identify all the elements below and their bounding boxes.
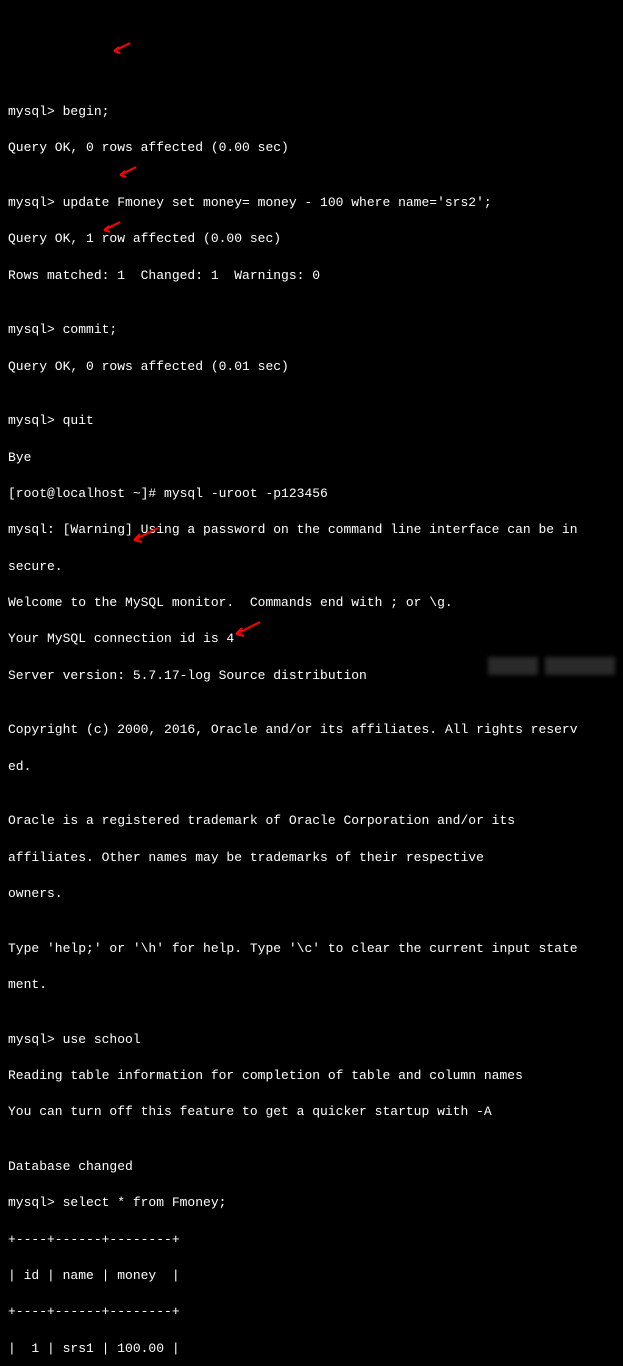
- line-connection-id: Your MySQL connection id is 4: [8, 630, 615, 648]
- line-shell-prompt: [root@localhost ~]# mysql -uroot -p12345…: [8, 485, 615, 503]
- line-begin: mysql> begin;: [8, 103, 615, 121]
- line-output: Query OK, 1 row affected (0.00 sec): [8, 230, 615, 248]
- annotation-arrow-begin: [110, 5, 132, 76]
- blur-patch: [545, 657, 615, 675]
- line-help: Type 'help;' or '\h' for help. Type '\c'…: [8, 940, 615, 958]
- line-help: ment.: [8, 976, 615, 994]
- table-row: | 1 | srs1 | 100.00 |: [8, 1340, 615, 1358]
- table-border: +----+------+--------+: [8, 1303, 615, 1321]
- line-reading-table: Reading table information for completion…: [8, 1067, 615, 1085]
- table-header: | id | name | money |: [8, 1267, 615, 1285]
- line-trademark: owners.: [8, 885, 615, 903]
- blur-patch: [488, 657, 538, 675]
- line-copyright: Copyright (c) 2000, 2016, Oracle and/or …: [8, 721, 615, 739]
- line-output: Query OK, 0 rows affected (0.00 sec): [8, 139, 615, 157]
- line-output: Rows matched: 1 Changed: 1 Warnings: 0: [8, 267, 615, 285]
- line-commit: mysql> commit;: [8, 321, 615, 339]
- line-bye: Bye: [8, 449, 615, 467]
- line-quit: mysql> quit: [8, 412, 615, 430]
- line-update: mysql> update Fmoney set money= money - …: [8, 194, 615, 212]
- line-output: Query OK, 0 rows affected (0.01 sec): [8, 358, 615, 376]
- line-db-changed: Database changed: [8, 1158, 615, 1176]
- line-turn-off: You can turn off this feature to get a q…: [8, 1103, 615, 1121]
- terminal-output: mysql> begin; Query OK, 0 rows affected …: [8, 85, 615, 1366]
- line-welcome: Welcome to the MySQL monitor. Commands e…: [8, 594, 615, 612]
- table-border: +----+------+--------+: [8, 1231, 615, 1249]
- line-trademark: affiliates. Other names may be trademark…: [8, 849, 615, 867]
- line-copyright: ed.: [8, 758, 615, 776]
- line-trademark: Oracle is a registered trademark of Orac…: [8, 812, 615, 830]
- line-use-school: mysql> use school: [8, 1031, 615, 1049]
- line-select: mysql> select * from Fmoney;: [8, 1194, 615, 1212]
- line-warning: secure.: [8, 558, 615, 576]
- line-warning: mysql: [Warning] Using a password on the…: [8, 521, 615, 539]
